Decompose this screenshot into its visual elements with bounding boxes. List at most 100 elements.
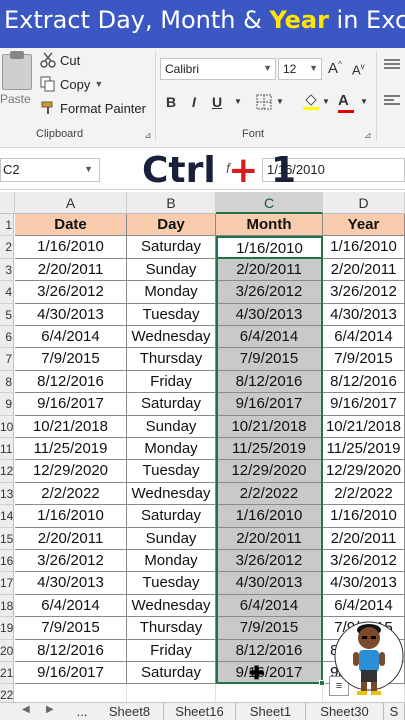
- table-cell[interactable]: 2/20/2011: [216, 527, 323, 550]
- table-cell[interactable]: Tuesday: [127, 460, 216, 483]
- row-header[interactable]: 2: [0, 236, 14, 259]
- sheet-tab[interactable]: Sheet1: [236, 703, 306, 720]
- table-cell[interactable]: 1/16/2010: [15, 236, 127, 259]
- row-header[interactable]: 10: [0, 415, 14, 438]
- table-cell[interactable]: Wednesday: [127, 594, 216, 618]
- table-cell[interactable]: 3/26/2012: [323, 281, 405, 304]
- table-cell[interactable]: 6/4/2014: [15, 594, 127, 618]
- table-cell[interactable]: 8/12/2016: [15, 639, 127, 662]
- table-cell[interactable]: Wednesday: [127, 326, 216, 349]
- column-header-c[interactable]: C: [216, 192, 323, 214]
- table-cell[interactable]: 4/30/2013: [15, 303, 127, 326]
- table-cell[interactable]: Friday: [127, 639, 216, 662]
- table-cell[interactable]: 4/30/2013: [15, 572, 127, 595]
- table-cell[interactable]: 1/16/2010: [323, 505, 405, 528]
- active-cell[interactable]: 1/16/2010: [216, 236, 323, 259]
- format-painter-button[interactable]: Format Painter: [40, 100, 146, 116]
- table-cell[interactable]: 12/29/2020: [323, 460, 405, 483]
- copy-dropdown-icon[interactable]: ▼: [94, 79, 103, 89]
- table-cell[interactable]: 10/21/2018: [323, 415, 405, 438]
- more-sheets-button[interactable]: ...: [68, 703, 96, 720]
- table-cell[interactable]: 10/21/2018: [216, 415, 323, 438]
- name-box[interactable]: C2 ▼: [0, 158, 100, 182]
- header-cell[interactable]: Year: [323, 214, 405, 237]
- table-cell[interactable]: Saturday: [127, 393, 216, 416]
- table-cell[interactable]: Saturday: [127, 662, 216, 685]
- table-cell[interactable]: 6/4/2014: [323, 326, 405, 349]
- row-header[interactable]: 6: [0, 326, 14, 349]
- row-header[interactable]: 11: [0, 438, 14, 461]
- table-cell[interactable]: Monday: [127, 550, 216, 573]
- underline-dropdown-icon[interactable]: ▼: [234, 97, 242, 106]
- header-cell[interactable]: Date: [15, 214, 127, 237]
- row-header[interactable]: 20: [0, 639, 14, 662]
- table-cell[interactable]: 9/16/2017: [323, 393, 405, 416]
- table-cell[interactable]: 7/9/2015: [216, 348, 323, 371]
- table-cell[interactable]: 2/2/2022: [15, 482, 127, 506]
- row-header[interactable]: 18: [0, 594, 14, 618]
- table-cell[interactable]: 12/29/2020: [15, 460, 127, 483]
- table-cell[interactable]: 9/16/2017: [15, 393, 127, 416]
- table-cell[interactable]: 11/25/2019: [15, 438, 127, 461]
- table-cell[interactable]: 2/20/2011: [15, 527, 127, 550]
- row-header[interactable]: 1: [0, 214, 14, 237]
- row-header[interactable]: 17: [0, 572, 14, 595]
- table-cell[interactable]: 2/2/2022: [216, 482, 323, 506]
- table-cell[interactable]: 8/12/2016: [216, 370, 323, 394]
- table-cell[interactable]: 1/16/2010: [15, 505, 127, 528]
- table-cell[interactable]: 7/9/2015: [15, 348, 127, 371]
- table-cell[interactable]: 4/30/2013: [323, 572, 405, 595]
- table-cell[interactable]: Tuesday: [127, 572, 216, 595]
- row-header[interactable]: 7: [0, 348, 14, 371]
- table-cell[interactable]: 6/4/2014: [216, 594, 323, 618]
- table-cell[interactable]: 3/26/2012: [15, 281, 127, 304]
- table-cell[interactable]: Saturday: [127, 505, 216, 528]
- sheet-tab[interactable]: Sheet16: [164, 703, 236, 720]
- row-header[interactable]: 13: [0, 482, 14, 506]
- table-cell[interactable]: 8/12/2016: [216, 639, 323, 662]
- clipboard-launcher-icon[interactable]: ⊿: [144, 130, 152, 141]
- header-cell[interactable]: Day: [127, 214, 216, 237]
- cut-button[interactable]: Cut: [40, 52, 80, 68]
- table-cell[interactable]: 9/16/2017: [216, 662, 323, 685]
- sheet-tab[interactable]: Sheet8: [96, 703, 164, 720]
- table-cell[interactable]: Tuesday: [127, 303, 216, 326]
- table-cell[interactable]: Sunday: [127, 527, 216, 550]
- fill-handle[interactable]: [319, 680, 325, 687]
- table-cell[interactable]: 6/4/2014: [15, 326, 127, 349]
- table-cell[interactable]: Sunday: [127, 415, 216, 438]
- table-cell[interactable]: 11/25/2019: [216, 438, 323, 461]
- row-header[interactable]: 8: [0, 370, 14, 394]
- table-cell[interactable]: 4/30/2013: [216, 303, 323, 326]
- next-sheet-icon[interactable]: ▶: [46, 704, 54, 715]
- fill-color-dropdown-icon[interactable]: ▼: [322, 97, 330, 106]
- table-cell[interactable]: Monday: [127, 281, 216, 304]
- row-header[interactable]: 3: [0, 258, 14, 282]
- underline-button[interactable]: U: [212, 94, 222, 110]
- font-color-dropdown-icon[interactable]: ▼: [360, 97, 368, 106]
- table-cell[interactable]: 7/9/2015: [323, 348, 405, 371]
- table-cell[interactable]: Wednesday: [127, 482, 216, 506]
- table-cell[interactable]: 2/2/2022: [323, 482, 405, 506]
- borders-dropdown-icon[interactable]: ▼: [276, 97, 284, 106]
- select-all-corner[interactable]: [0, 192, 15, 214]
- table-cell[interactable]: 1/16/2010: [323, 236, 405, 259]
- font-name-select[interactable]: Calibri ▼: [160, 58, 276, 80]
- table-cell[interactable]: Sunday: [127, 258, 216, 282]
- table-cell[interactable]: 8/12/2016: [323, 370, 405, 394]
- table-cell[interactable]: Monday: [127, 438, 216, 461]
- table-cell[interactable]: Friday: [127, 370, 216, 394]
- table-cell[interactable]: 7/9/2015: [15, 617, 127, 640]
- table-cell[interactable]: 1/16/2010: [216, 505, 323, 528]
- column-header-d[interactable]: D: [323, 192, 405, 214]
- row-header[interactable]: 14: [0, 505, 14, 528]
- table-cell[interactable]: 2/20/2011: [15, 258, 127, 282]
- table-cell[interactable]: 3/26/2012: [216, 281, 323, 304]
- table-cell[interactable]: 3/26/2012: [216, 550, 323, 573]
- table-cell[interactable]: Thursday: [127, 617, 216, 640]
- table-cell[interactable]: 2/20/2011: [323, 527, 405, 550]
- italic-button[interactable]: I: [192, 94, 196, 110]
- header-cell[interactable]: Month: [216, 214, 323, 237]
- table-cell[interactable]: 3/26/2012: [15, 550, 127, 573]
- table-cell[interactable]: 8/12/2016: [15, 370, 127, 394]
